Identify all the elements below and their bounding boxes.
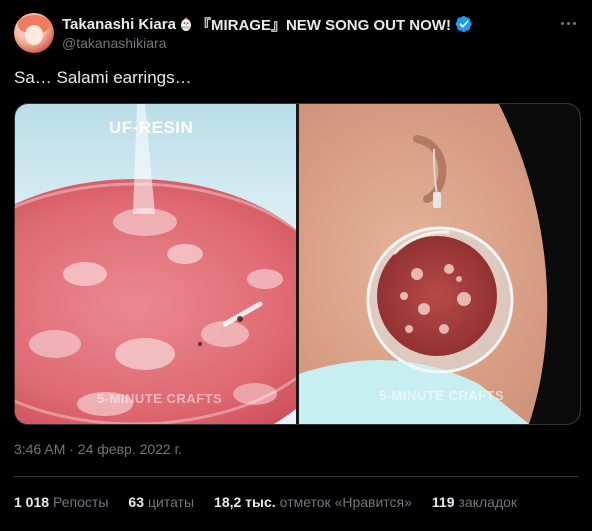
stat-label: Репосты — [53, 494, 109, 510]
stat-bookmarks[interactable]: 119 закладок — [432, 494, 517, 510]
stat-label: закладок — [458, 494, 518, 510]
stat-value: 18,2 тыс. — [214, 494, 276, 510]
tweet: Takanashi Kiara 『MIRAGE』NEW SONG OUT NOW… — [0, 0, 592, 531]
display-name-suffix[interactable]: 『MIRAGE』NEW SONG OUT NOW! — [196, 14, 451, 35]
stat-value: 119 — [431, 494, 455, 510]
image-watermark: 5-MINUTE CRAFTS — [97, 391, 223, 406]
more-dot-icon — [572, 21, 576, 25]
tweet-text: Sa… Salami earrings… — [14, 68, 192, 87]
stat-label: отметок «Нравится» — [279, 494, 412, 510]
display-name[interactable]: Takanashi Kiara — [62, 16, 176, 33]
resin-photo — [15, 104, 296, 424]
divider-top — [14, 476, 579, 477]
verified-badge-icon — [455, 15, 472, 33]
stat-likes[interactable]: 18,2 тыс. отметок «Нравится» — [214, 494, 412, 510]
stat-reposts[interactable]: 1 018 Репосты — [14, 494, 108, 510]
author-handle[interactable]: @takanashikiara — [62, 35, 167, 51]
more-dot-icon — [566, 21, 570, 25]
tweet-timestamp[interactable]: 3:46 AM · 24 февр. 2022 г. — [14, 441, 182, 457]
avatar[interactable] — [14, 13, 54, 53]
more-options-button[interactable] — [557, 12, 579, 34]
author-name-row[interactable]: Takanashi Kiara 『MIRAGE』NEW SONG OUT NOW… — [62, 13, 473, 35]
media-grid: UF-RESIN 5-MINUTE CRAFTS 5-MINUTE CRAFTS — [14, 103, 581, 425]
earring-photo — [299, 104, 580, 424]
chicken-emoji-icon — [180, 17, 191, 31]
more-dot-icon — [560, 21, 564, 25]
stat-value: 1 018 — [14, 494, 50, 510]
image-caption: UF-RESIN — [109, 118, 194, 137]
media-image-earring[interactable]: 5-MINUTE CRAFTS — [299, 104, 580, 424]
media-image-resin[interactable]: UF-RESIN 5-MINUTE CRAFTS — [15, 104, 296, 424]
stat-label: цитаты — [147, 494, 195, 510]
stat-value: 63 — [128, 494, 144, 510]
stat-quotes[interactable]: 63 цитаты — [128, 494, 194, 510]
tweet-stats: 1 018 Репосты 63 цитаты 18,2 тыс. отметок «… — [14, 494, 537, 510]
avatar-face — [25, 25, 43, 45]
image-watermark: 5-MINUTE CRAFTS — [379, 388, 505, 403]
